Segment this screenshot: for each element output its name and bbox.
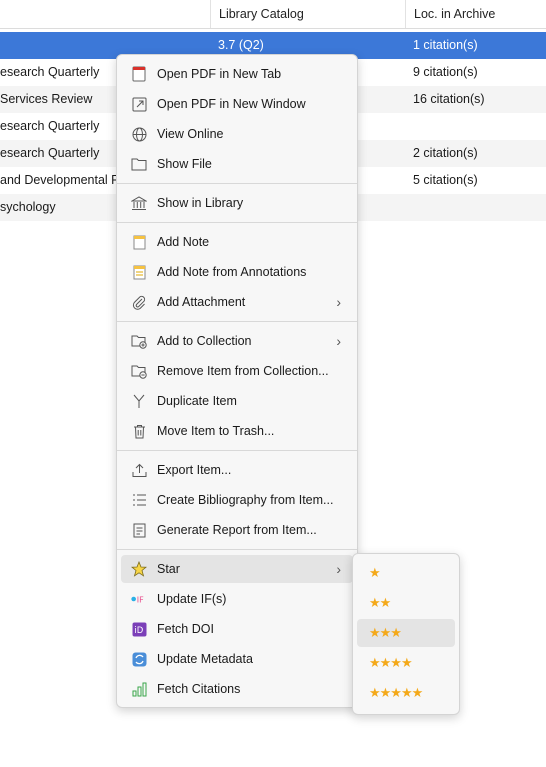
menu-item-add-attachment[interactable]: Add Attachment › (121, 288, 353, 316)
menu-separator (117, 183, 357, 184)
chevron-right-icon: › (336, 561, 341, 577)
menu-item-fetch-citations[interactable]: Fetch Citations (121, 675, 353, 703)
menu-item-label: Duplicate Item (157, 394, 237, 408)
column-header-loc-in-archive[interactable]: Loc. in Archive (405, 0, 546, 28)
menu-item-open-pdf-new-window[interactable]: Open PDF in New Window (121, 90, 353, 118)
menu-item-show-in-library[interactable]: Show in Library (121, 189, 353, 217)
menu-item-label: Show in Library (157, 196, 244, 210)
menu-item-star[interactable]: Star › (121, 555, 353, 583)
stars-label: ★ (369, 565, 381, 580)
menu-item-label: View Online (157, 127, 224, 141)
menu-item-label: Add to Collection (157, 334, 252, 348)
open-window-icon (131, 96, 147, 112)
menu-separator (117, 450, 357, 451)
menu-item-duplicate-item[interactable]: Duplicate Item (121, 387, 353, 415)
pdf-tab-icon (131, 66, 147, 82)
chevron-right-icon: › (336, 294, 341, 310)
duplicate-icon (131, 393, 147, 409)
report-icon (131, 522, 147, 538)
add-collection-icon (131, 333, 147, 349)
export-icon (131, 462, 147, 478)
star-icon (131, 561, 147, 577)
menu-item-view-online[interactable]: View Online (121, 120, 353, 148)
menu-item-create-bibliography[interactable]: Create Bibliography from Item... (121, 486, 353, 514)
stars-label: ★★★★★ (369, 685, 423, 700)
menu-item-label: Update IF(s) (157, 592, 227, 606)
menu-item-export-item[interactable]: Export Item... (121, 456, 353, 484)
menu-item-add-note-from-annotations[interactable]: Add Note from Annotations (121, 258, 353, 286)
stars-label: ★★★★ (369, 655, 413, 670)
menu-separator (117, 222, 357, 223)
folder-icon (131, 156, 147, 172)
svg-text:iD: iD (134, 626, 143, 636)
menu-item-open-pdf-new-tab[interactable]: Open PDF in New Tab (121, 60, 353, 88)
row-loc: 5 citation(s) (413, 173, 478, 187)
menu-item-label: Add Note (157, 235, 210, 249)
menu-item-remove-from-collection[interactable]: Remove Item from Collection... (121, 357, 353, 385)
menu-item-label: Generate Report from Item... (157, 523, 317, 537)
note-icon (131, 234, 147, 250)
stars-label: ★★★ (369, 625, 402, 640)
menu-item-update-metadata[interactable]: Update Metadata (121, 645, 353, 673)
update-metadata-icon (131, 651, 147, 667)
menu-separator (117, 321, 357, 322)
if-icon: IF (131, 591, 147, 607)
annotation-note-icon (131, 264, 147, 280)
star-rating-1[interactable]: ★ (357, 559, 455, 587)
menu-separator (117, 549, 357, 550)
svg-text:IF: IF (137, 596, 144, 605)
menu-item-label: Star (157, 562, 180, 576)
menu-item-label: Fetch DOI (157, 622, 214, 636)
remove-collection-icon (131, 363, 147, 379)
chevron-right-icon: › (336, 333, 341, 349)
star-submenu: ★ ★★ ★★★ ★★★★ ★★★★★ (352, 553, 460, 715)
context-menu: Open PDF in New Tab Open PDF in New Wind… (116, 54, 358, 708)
menu-item-fetch-doi[interactable]: iD Fetch DOI (121, 615, 353, 643)
table-header: Library Catalog Loc. in Archive (0, 0, 546, 29)
menu-item-label: Remove Item from Collection... (157, 364, 329, 378)
menu-item-label: Fetch Citations (157, 682, 241, 696)
stars-label: ★★ (369, 595, 391, 610)
star-rating-5[interactable]: ★★★★★ (357, 679, 455, 707)
star-rating-3[interactable]: ★★★ (357, 619, 455, 647)
row-loc: 16 citation(s) (413, 92, 485, 106)
menu-item-add-to-collection[interactable]: Add to Collection › (121, 327, 353, 355)
menu-item-label: Add Attachment (157, 295, 246, 309)
row-loc: 2 citation(s) (413, 146, 478, 160)
menu-item-update-ifs[interactable]: IF Update IF(s) (121, 585, 353, 613)
paperclip-icon (131, 294, 147, 310)
menu-item-generate-report[interactable]: Generate Report from Item... (121, 516, 353, 544)
star-rating-4[interactable]: ★★★★ (357, 649, 455, 677)
menu-item-label: Open PDF in New Window (157, 97, 306, 111)
star-rating-2[interactable]: ★★ (357, 589, 455, 617)
row-loc: 9 citation(s) (413, 65, 478, 79)
trash-icon (131, 423, 147, 439)
menu-item-label: Open PDF in New Tab (157, 67, 282, 81)
bibliography-icon (131, 492, 147, 508)
menu-item-label: Show File (157, 157, 212, 171)
column-header-library-catalog[interactable]: Library Catalog (210, 0, 405, 28)
menu-item-add-note[interactable]: Add Note (121, 228, 353, 256)
library-icon (131, 195, 147, 211)
menu-item-label: Add Note from Annotations (157, 265, 307, 279)
menu-item-move-to-trash[interactable]: Move Item to Trash... (121, 417, 353, 445)
doi-icon: iD (131, 621, 147, 637)
menu-item-show-file[interactable]: Show File (121, 150, 353, 178)
globe-icon (131, 126, 147, 142)
menu-item-label: Export Item... (157, 463, 232, 477)
menu-item-label: Update Metadata (157, 652, 253, 666)
menu-item-label: Move Item to Trash... (157, 424, 275, 438)
citations-chart-icon (131, 681, 147, 697)
row-loc: 1 citation(s) (413, 38, 478, 52)
menu-item-label: Create Bibliography from Item... (157, 493, 334, 507)
